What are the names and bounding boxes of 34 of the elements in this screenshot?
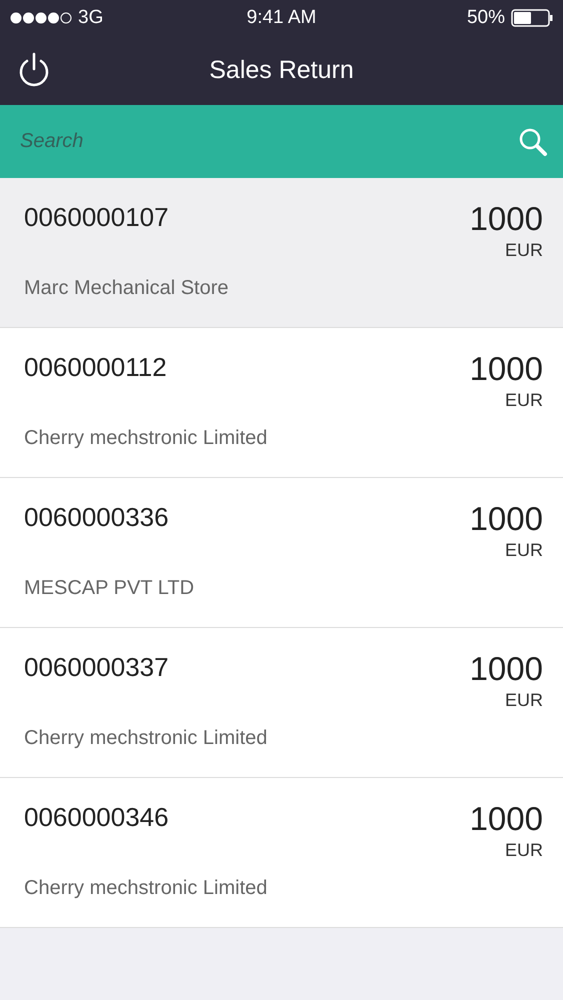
- return-number: 0060000336: [24, 502, 170, 533]
- search-icon[interactable]: [518, 126, 548, 156]
- customer-name: Cherry mechstronic Limited: [24, 877, 268, 900]
- return-amount: 1000: [470, 350, 543, 388]
- currency-label: EUR: [504, 840, 543, 861]
- customer-name: Marc Mechanical Store: [24, 277, 230, 300]
- return-number: 0060000337: [24, 652, 170, 683]
- return-row[interactable]: 0060000337 Cherry mechstronic Limited 1000 EUR: [0, 628, 563, 778]
- customer-name: MESCAP PVT LTD: [24, 577, 196, 600]
- currency-label: EUR: [504, 390, 543, 411]
- customer-name: Cherry mechstronic Limited: [24, 427, 268, 450]
- return-amount: 1000: [470, 800, 543, 838]
- customer-name: Cherry mechstronic Limited: [24, 727, 268, 750]
- battery-percent: 50%: [466, 6, 505, 28]
- search-input[interactable]: Search: [20, 122, 518, 162]
- battery-icon: [511, 8, 553, 26]
- carrier-label: 3G: [78, 6, 104, 28]
- return-amount: 1000: [470, 200, 543, 238]
- return-row[interactable]: 0060000112 Cherry mechstronic Limited 1000 EUR: [0, 328, 563, 478]
- return-number: 0060000107: [24, 202, 170, 233]
- search-field[interactable]: Search: [0, 105, 563, 178]
- return-amount: 1000: [470, 650, 543, 688]
- return-number: 0060000346: [24, 802, 170, 833]
- power-icon[interactable]: [18, 52, 50, 88]
- return-row[interactable]: 0060000336 MESCAP PVT LTD 1000 EUR: [0, 478, 563, 628]
- currency-label: EUR: [504, 540, 543, 561]
- return-amount: 1000: [470, 500, 543, 538]
- screen-title: Sales Return: [209, 56, 354, 84]
- status-time: 9:41 AM: [246, 6, 316, 28]
- signal-icon: [10, 12, 72, 24]
- currency-label: EUR: [504, 690, 543, 711]
- return-number: 0060000112: [24, 352, 168, 383]
- currency-label: EUR: [504, 240, 543, 261]
- return-row[interactable]: 0060000346 Cherry mechstronic Limited 1000 EUR: [0, 778, 563, 928]
